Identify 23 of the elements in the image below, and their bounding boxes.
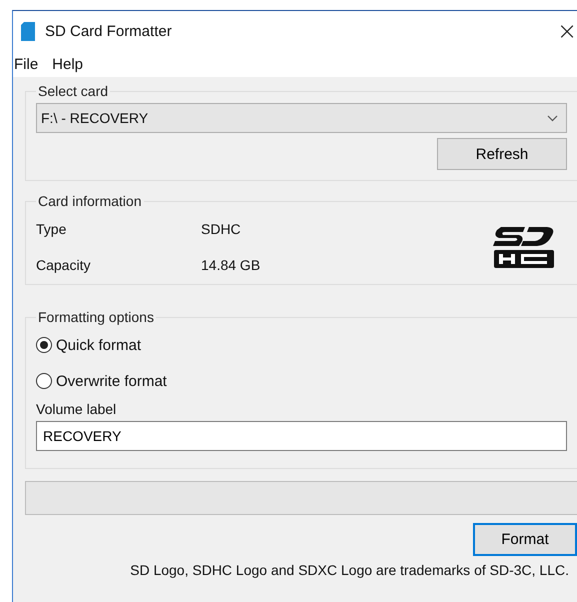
radio-option[interactable]: Overwrite format [36, 363, 167, 399]
close-button[interactable]: × [557, 17, 577, 45]
volume-label-field[interactable]: RECOVERY [36, 421, 567, 451]
menu-item[interactable]: Help [52, 56, 84, 72]
radio-option[interactable]: Quick format [36, 327, 142, 363]
info-label: Type [36, 221, 68, 237]
card-dropdown[interactable]: F:\ - RECOVERY [36, 103, 567, 133]
radio-button[interactable] [36, 373, 52, 389]
info-label: Capacity [36, 257, 92, 273]
info-value: SDHC [201, 221, 241, 237]
refresh-button[interactable]: Refresh [437, 138, 567, 170]
window-title: SD Card Formatter [45, 22, 172, 40]
group-label: Card information [37, 193, 142, 209]
group-label: Formatting options [37, 309, 155, 325]
field-label: Volume label [36, 401, 118, 417]
chevron-down-icon [547, 114, 558, 122]
format-button[interactable]: Format [473, 523, 577, 556]
sd-card-icon [21, 22, 35, 40]
radio-button[interactable] [36, 337, 52, 353]
trademark-notice: SD Logo, SDHC Logo and SDXC Logo are trademarks of SD-3C, LLC. [129, 562, 570, 578]
menu-item[interactable]: File [14, 56, 38, 72]
group-label: Select card [37, 83, 110, 99]
info-value: 14.84 GB [201, 257, 260, 273]
